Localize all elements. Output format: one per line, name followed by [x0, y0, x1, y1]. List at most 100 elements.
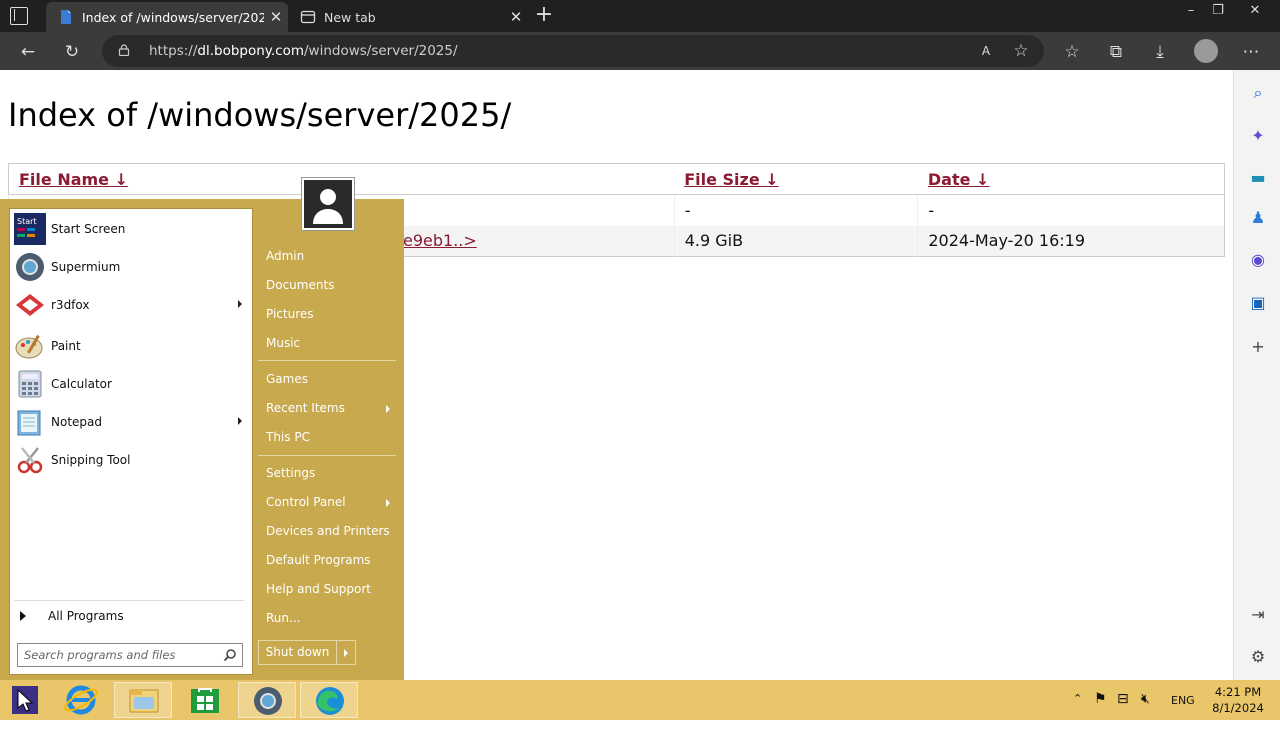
internet-explorer-icon — [64, 685, 98, 715]
start-link-label: Recent Items — [266, 401, 345, 415]
edge-icon — [316, 687, 344, 715]
start-item-snipping-tool[interactable]: Snipping Tool — [14, 442, 250, 478]
show-hidden-icons[interactable]: ⌃ — [1073, 692, 1082, 732]
close-tab-icon[interactable]: ✕ — [264, 8, 288, 26]
close-window-icon[interactable]: ✕ — [1240, 0, 1270, 32]
profile-avatar[interactable] — [1194, 39, 1218, 63]
taskbar-supermium[interactable] — [238, 682, 296, 718]
start-item-calculator[interactable]: Calculator — [14, 366, 250, 402]
address-bar[interactable]: https://dl.bobpony.com/windows/server/20… — [102, 35, 1044, 67]
downloads-icon[interactable]: ⤓ — [1149, 41, 1171, 63]
start-link-default-programs[interactable]: Default Programs — [266, 553, 371, 567]
search-icon[interactable] — [223, 648, 237, 662]
col-date[interactable]: Date ↓ — [917, 163, 1225, 195]
start-link-admin[interactable]: Admin — [266, 249, 304, 263]
clock[interactable]: 4:21 PM 8/1/2024 — [1208, 684, 1268, 716]
taskbar-ie[interactable] — [52, 682, 110, 718]
browser-toolbar: ← ↻ https://dl.bobpony.com/windows/serve… — [0, 32, 1280, 70]
start-link-label: Control Panel — [266, 495, 346, 509]
tab-index[interactable]: Index of /windows/server/2025/ ✕ — [46, 2, 288, 32]
shutdown-button[interactable]: Shut down — [259, 641, 337, 664]
start-link-pictures[interactable]: Pictures — [266, 307, 314, 321]
taskbar-edge[interactable] — [300, 682, 358, 718]
start-item-r3dfox[interactable]: r3dfox — [14, 287, 250, 323]
read-aloud-icon[interactable]: A — [975, 40, 997, 62]
network-icon[interactable]: ⊟ — [1117, 691, 1129, 731]
sort-date[interactable]: Date ↓ — [928, 170, 990, 189]
action-center-flag-icon[interactable]: ⚑ — [1094, 691, 1107, 731]
start-link-games[interactable]: Games — [266, 372, 308, 386]
start-item-start-screen[interactable]: Start Start Screen — [14, 211, 250, 247]
start-link-recent-items[interactable]: Recent Items — [266, 401, 390, 415]
language-indicator[interactable]: ENG — [1171, 694, 1195, 734]
start-item-supermium[interactable]: Supermium — [14, 249, 250, 285]
start-link-settings[interactable]: Settings — [266, 466, 315, 480]
m365-icon[interactable]: ◉ — [1248, 250, 1268, 270]
more-icon[interactable]: ⋯ — [1240, 41, 1262, 63]
start-link-help-support[interactable]: Help and Support — [266, 582, 371, 596]
browser-sidebar: ⌕ ✦ ▬ ♟ ◉ ▣ + ⇥ ⚙ — [1233, 70, 1280, 680]
start-link-this-pc[interactable]: This PC — [266, 430, 310, 444]
start-link-control-panel[interactable]: Control Panel — [266, 495, 390, 509]
divider — [258, 360, 396, 361]
submenu-arrow-icon — [238, 300, 242, 308]
start-item-notepad[interactable]: Notepad — [14, 404, 250, 440]
taskbar-store[interactable] — [176, 682, 234, 718]
tab-actions-icon[interactable] — [10, 7, 28, 25]
add-favorite-icon[interactable]: ☆ — [1010, 40, 1032, 62]
taskbar-explorer[interactable] — [114, 682, 172, 718]
search-icon[interactable]: ⌕ — [1248, 83, 1268, 103]
notepad-icon — [17, 410, 41, 436]
favorites-icon[interactable]: ☆ — [1061, 41, 1083, 63]
submenu-arrow-icon — [386, 499, 390, 507]
r3dfox-icon — [16, 294, 44, 316]
date-cell: - — [917, 194, 1225, 226]
calculator-icon — [18, 370, 42, 398]
sort-file-name[interactable]: File Name ↓ — [19, 170, 128, 189]
search-input[interactable] — [18, 644, 214, 666]
file-size-cell: 4.9 GiB — [673, 225, 918, 257]
add-icon[interactable]: + — [1248, 337, 1268, 357]
shopping-icon[interactable]: ▬ — [1248, 168, 1268, 188]
volume-muted-icon[interactable]: 🔇︎ — [1141, 691, 1150, 731]
expand-arrow-icon — [20, 611, 26, 621]
shutdown-options-button[interactable] — [337, 641, 355, 664]
url-host: dl.bobpony.com — [197, 43, 304, 59]
start-button[interactable] — [12, 686, 38, 714]
settings-gear-icon[interactable]: ⚙ — [1248, 647, 1268, 667]
start-screen-icon: Start — [14, 213, 46, 245]
file-link[interactable]: e9eb1..> — [403, 231, 477, 250]
start-item-label: Start Screen — [51, 222, 126, 236]
refresh-icon[interactable]: ↻ — [61, 41, 83, 63]
col-file-size[interactable]: File Size ↓ — [674, 163, 918, 195]
clock-time: 4:21 PM — [1214, 685, 1262, 699]
start-link-music[interactable]: Music — [266, 336, 300, 350]
copilot-icon[interactable]: ✦ — [1248, 126, 1268, 146]
all-programs-button[interactable]: All Programs — [20, 609, 124, 623]
hide-sidebar-icon[interactable]: ⇥ — [1248, 605, 1268, 625]
start-link-run[interactable]: Run... — [266, 611, 300, 625]
close-tab-icon[interactable]: ✕ — [504, 8, 528, 26]
start-link-devices-printers[interactable]: Devices and Printers — [266, 524, 390, 538]
snipping-tool-icon — [17, 447, 43, 474]
start-item-paint[interactable]: Paint — [14, 328, 250, 364]
sort-file-size[interactable]: File Size ↓ — [684, 170, 778, 189]
games-icon[interactable]: ♟ — [1248, 208, 1268, 228]
svg-text:Start: Start — [17, 217, 37, 226]
collections-icon[interactable]: ⧉ — [1105, 41, 1127, 63]
clock-date: 8/1/2024 — [1212, 701, 1264, 715]
back-icon[interactable]: ← — [17, 41, 39, 63]
start-item-label: Snipping Tool — [51, 453, 131, 467]
new-tab-button[interactable]: + — [534, 4, 554, 26]
start-item-label: Paint — [51, 339, 81, 353]
tab-new[interactable]: New tab ✕ — [288, 2, 528, 32]
restore-icon[interactable]: ❐ — [1203, 0, 1233, 32]
start-link-documents[interactable]: Documents — [266, 278, 334, 292]
supermium-icon — [254, 687, 282, 715]
user-picture[interactable] — [301, 177, 355, 231]
file-explorer-icon — [129, 689, 159, 713]
outlook-icon[interactable]: ▣ — [1248, 293, 1268, 313]
start-search — [17, 643, 243, 667]
minimize-icon[interactable]: – — [1176, 0, 1206, 32]
start-item-label: Supermium — [51, 260, 121, 274]
